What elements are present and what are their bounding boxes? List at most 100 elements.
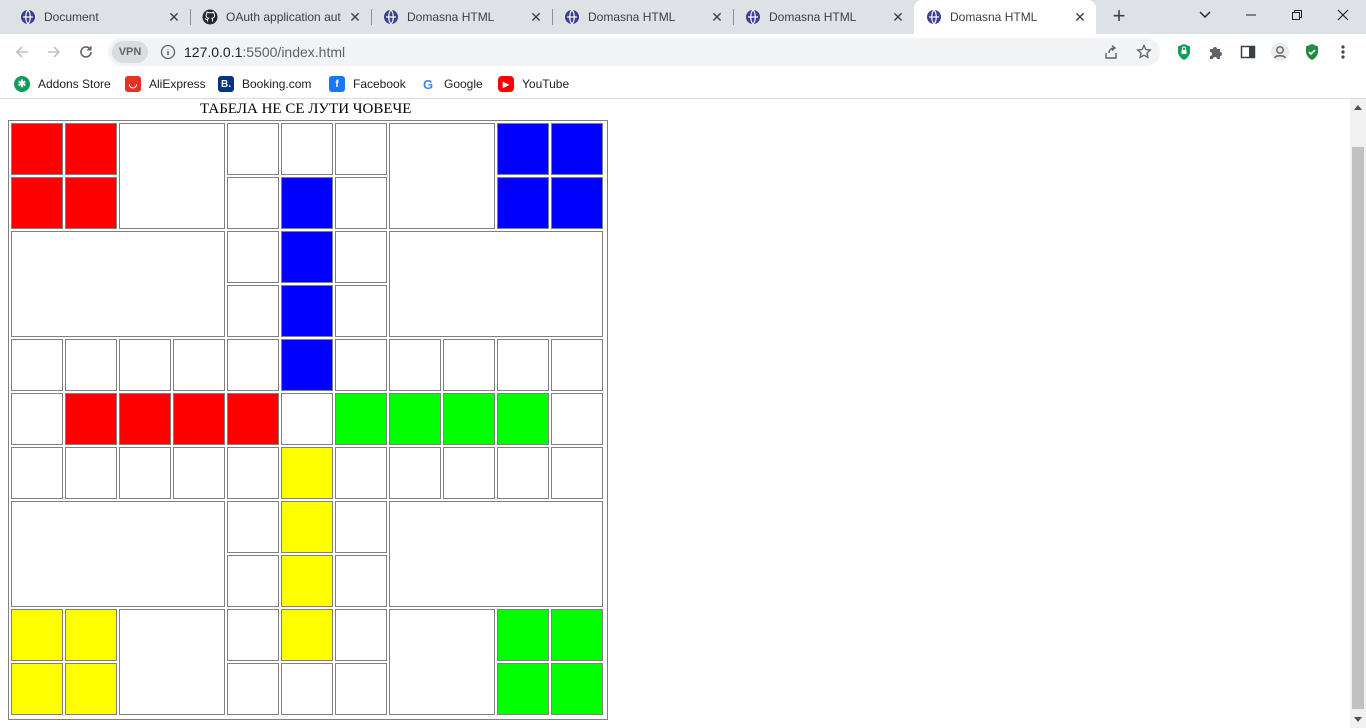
board-cell-white [227,447,279,499]
board-cell-green [497,663,549,715]
bookmark-google[interactable]: G Google [420,74,483,94]
close-icon[interactable]: ✕ [528,9,544,25]
board-cell-white [227,339,279,391]
tab-domasna-active[interactable]: Domasna HTML ✕ [914,0,1096,34]
globe-icon [20,9,36,25]
board-merged-cell [389,501,603,607]
board-merged-cell [119,609,225,715]
close-window-icon[interactable] [1320,0,1366,30]
new-tab-button[interactable]: + [1107,5,1131,29]
board-cell-yellow [11,663,63,715]
profile-avatar-icon[interactable] [1270,42,1290,62]
bookmark-label: AliExpress [149,77,206,91]
board-merged-cell [389,231,603,337]
board-cell-red [65,177,117,229]
minimize-icon[interactable] [1228,0,1274,30]
back-icon[interactable] [8,38,36,66]
board-cell-white [227,609,279,661]
board-cell-yellow [281,609,333,661]
vertical-scrollbar[interactable] [1350,99,1366,728]
board-cell-white [335,555,387,607]
restore-icon[interactable] [1274,0,1320,30]
url-path: :5500/index.html [242,44,346,60]
reload-icon[interactable] [72,38,100,66]
board-cell-white [497,447,549,499]
board-cell-blue [281,177,333,229]
tab-oauth[interactable]: OAuth application aut ✕ [190,0,371,34]
board-cell-yellow [65,663,117,715]
share-icon[interactable] [1103,44,1119,60]
bookmark-addons-store[interactable]: ✱ Addons Store [14,74,111,94]
board-cell-white [227,177,279,229]
board-cell-green [551,663,603,715]
game-board [8,120,608,720]
close-icon[interactable]: ✕ [166,9,182,25]
url-text[interactable]: 127.0.0.1:5500/index.html [184,38,345,66]
scroll-up-arrow-icon[interactable] [1354,105,1362,110]
bookmark-youtube[interactable]: ▶ YouTube [498,74,569,94]
board-cell-white [443,447,495,499]
bookmark-facebook[interactable]: f Facebook [329,74,406,94]
tab-title: Domasna HTML [407,10,495,24]
info-icon[interactable] [160,44,176,60]
board-merged-cell [11,231,225,337]
board-cell-white [65,447,117,499]
board-cell-white [335,123,387,175]
security-check-icon[interactable] [1302,42,1322,62]
board-cell-white [119,447,171,499]
facebook-icon: f [329,76,345,92]
scroll-down-arrow-icon[interactable] [1354,717,1362,722]
close-icon[interactable]: ✕ [709,9,725,25]
tab-strip: Document ✕ OAuth application aut ✕ Domas… [0,0,1366,34]
board-cell-white [11,447,63,499]
bookmark-booking[interactable]: B. Booking.com [218,74,311,94]
board-cell-white [551,447,603,499]
board-cell-red [65,393,117,445]
forward-icon[interactable] [40,38,68,66]
board-cell-blue [497,177,549,229]
page-title: ТАБЕЛА НЕ СЕ ЛУТИ ЧОВЕЧЕ [200,101,412,117]
board-cell-white [335,501,387,553]
board-cell-red [227,393,279,445]
board-cell-white [227,501,279,553]
tab-domasna-1[interactable]: Domasna HTML ✕ [371,0,552,34]
tab-document[interactable]: Document ✕ [0,0,190,34]
url-host: 127.0.0.1 [184,44,243,60]
puzzle-extensions-icon[interactable] [1206,42,1226,62]
board-merged-cell [389,123,495,229]
close-icon[interactable]: ✕ [890,9,906,25]
tab-domasna-2[interactable]: Domasna HTML ✕ [552,0,733,34]
board-cell-yellow [281,501,333,553]
tab-domasna-3[interactable]: Domasna HTML ✕ [733,0,914,34]
board-cell-white [11,393,63,445]
board-merged-cell [389,609,495,715]
bookmark-label: Facebook [353,77,406,91]
globe-icon [745,9,761,25]
board-cell-white [335,447,387,499]
scroll-thumb[interactable] [1352,147,1364,709]
tab-search-icon[interactable] [1182,0,1228,30]
kebab-menu-icon[interactable] [1333,42,1353,62]
close-icon[interactable]: ✕ [1072,9,1088,25]
board-cell-white [497,339,549,391]
board-cell-white [11,339,63,391]
bookmark-aliexpress[interactable]: ◡ AliExpress [125,74,206,94]
shield-extension-icon[interactable] [1174,42,1194,62]
address-bar[interactable]: VPN 127.0.0.1:5500/index.html [108,38,1160,66]
board-cell-white [443,339,495,391]
board-cell-white [551,393,603,445]
side-panel-icon[interactable] [1238,42,1258,62]
board-cell-white [65,339,117,391]
board-cell-white [335,231,387,283]
browser-toolbar: VPN 127.0.0.1:5500/index.html [0,34,1366,70]
board-cell-red [11,177,63,229]
bookmark-star-icon[interactable] [1136,43,1152,60]
board-cell-yellow [281,447,333,499]
github-icon [202,9,218,25]
board-cell-white [281,123,333,175]
vpn-badge[interactable]: VPN [112,41,148,63]
globe-icon [383,9,399,25]
board-cell-green [335,393,387,445]
tab-title: OAuth application aut [226,10,341,24]
close-icon[interactable]: ✕ [347,9,363,25]
